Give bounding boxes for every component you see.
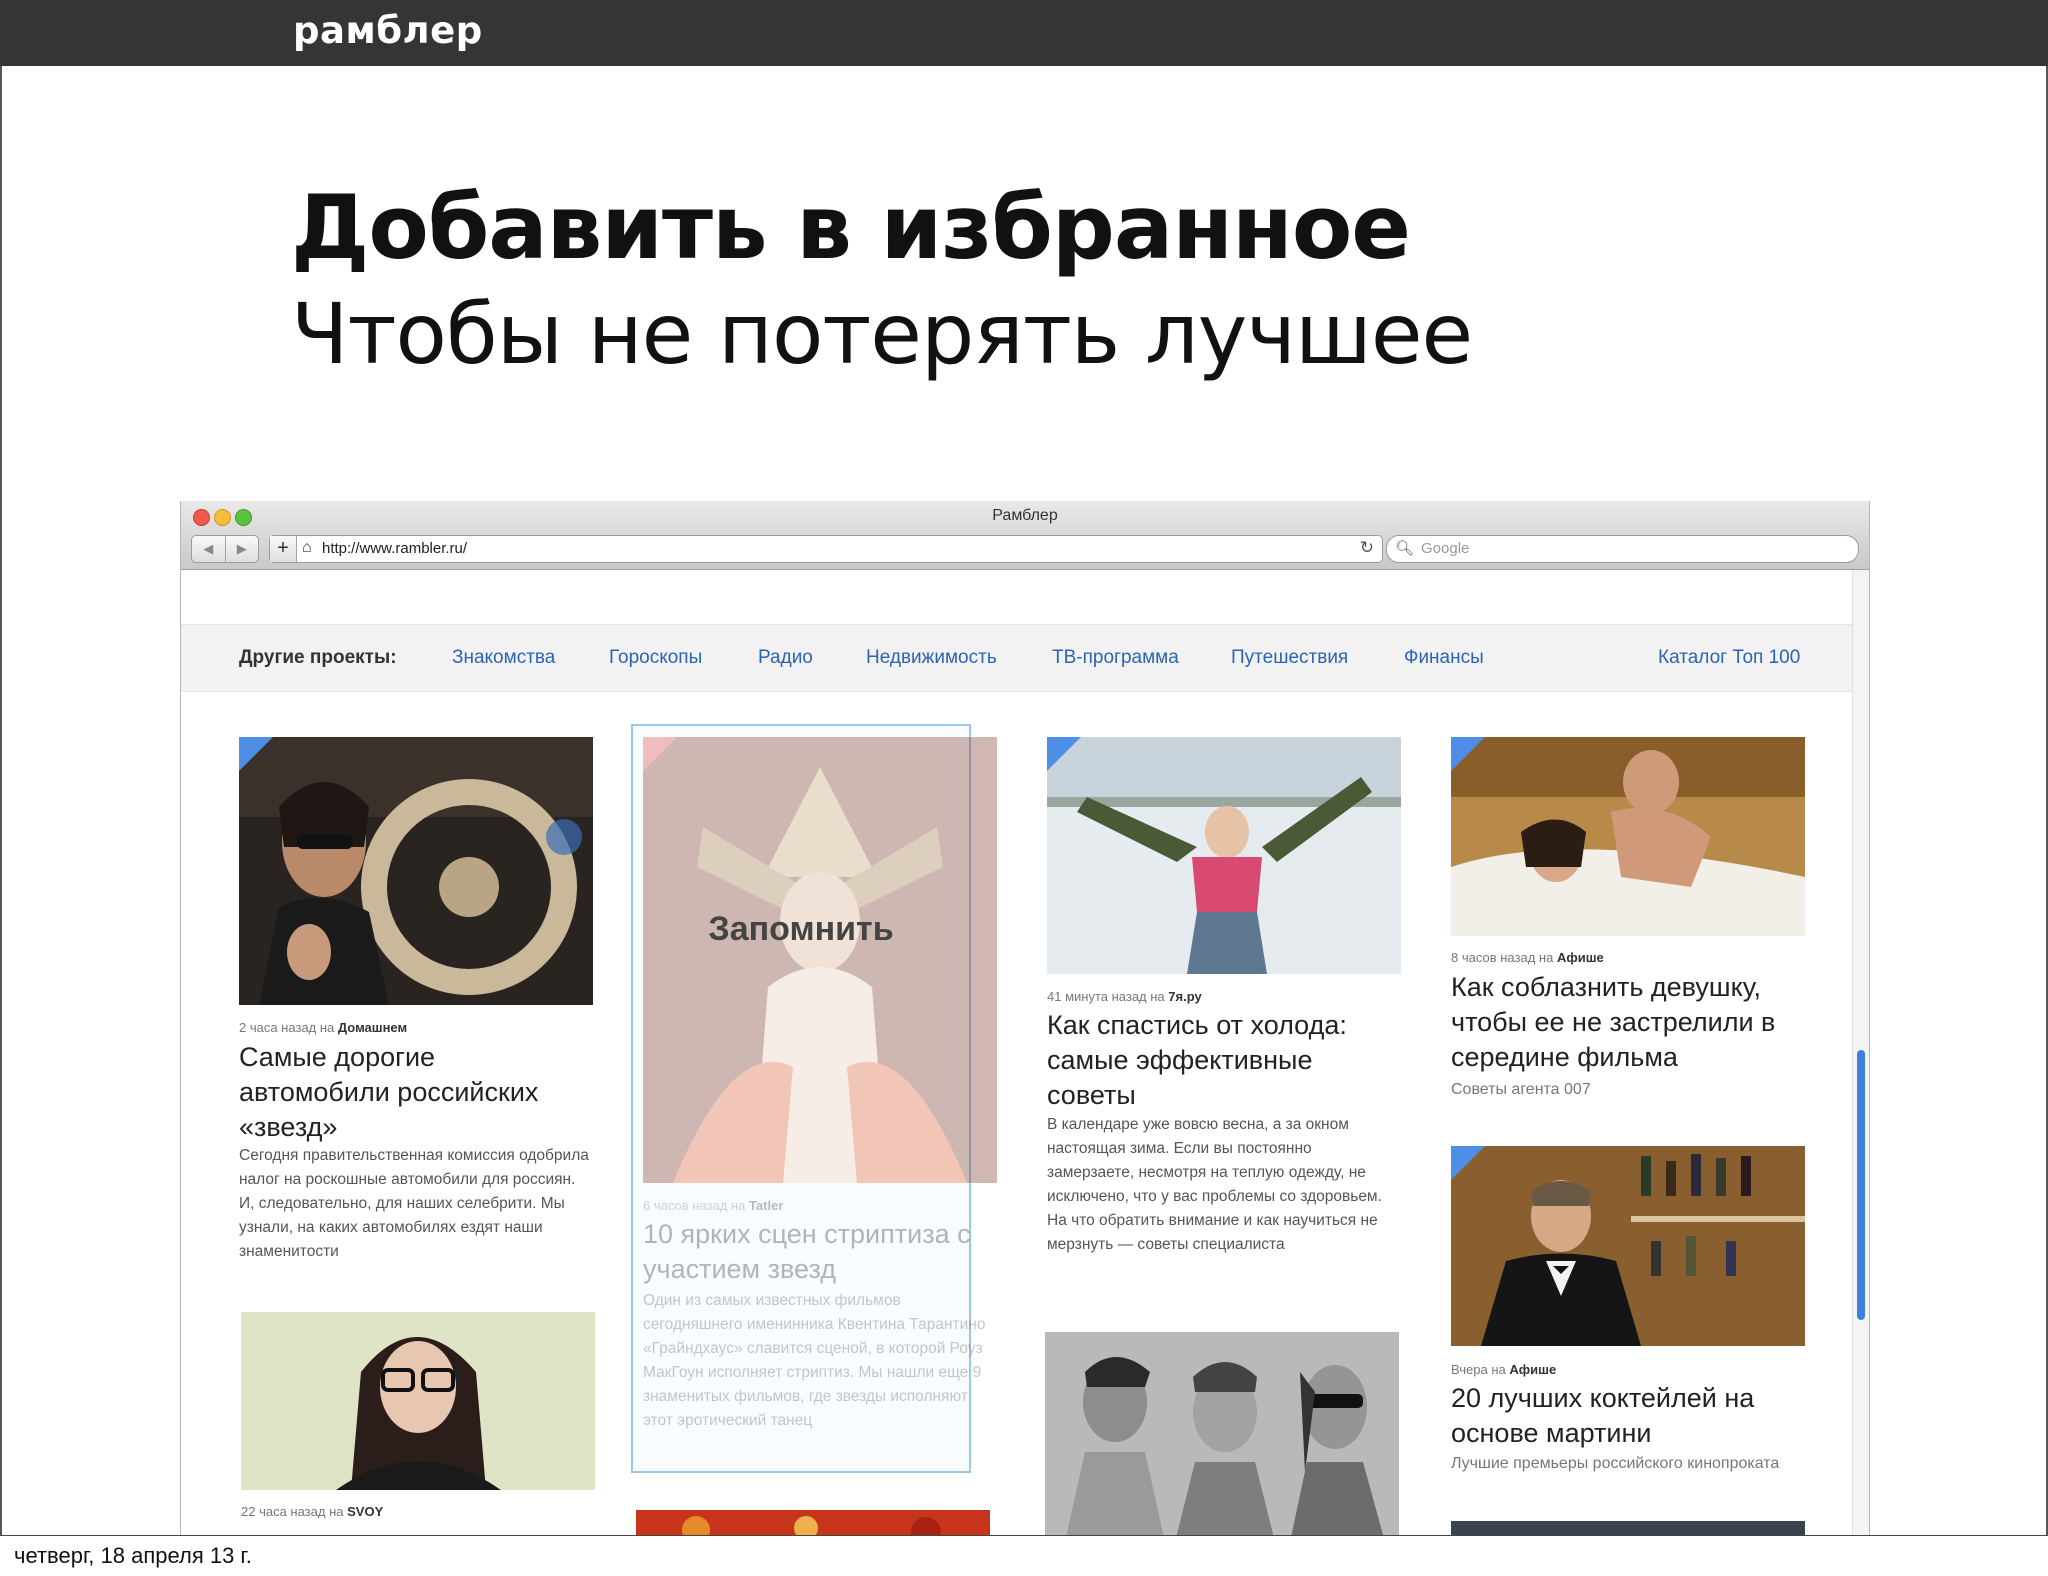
reload-icon[interactable]: ↻ <box>1360 538 1374 558</box>
news-photo <box>1451 1146 1805 1346</box>
forward-arrow-icon[interactable]: ▶ <box>226 536 259 562</box>
news-card[interactable]: 6 часов назад на Tatler 10 ярких сцен ст… <box>643 737 1003 1477</box>
other-projects-bar: Другие проекты: Знакомства Гороскопы Рад… <box>181 624 1853 692</box>
bookmark-corner-icon[interactable] <box>1451 737 1485 771</box>
card-title[interactable]: Как соблазнить девушку, чтобы ее не заст… <box>1451 970 1791 1075</box>
card-title[interactable]: 20 лучших коктейлей на основе мартини <box>1451 1381 1791 1451</box>
rambler-logo: рамблер <box>293 9 483 52</box>
card-meta: 22 часа назад на SVOY <box>241 1504 384 1519</box>
address-url[interactable]: http://www.rambler.ru/ <box>322 540 467 557</box>
card-title[interactable]: Самые дорогие автомобили российских «зве… <box>239 1040 579 1145</box>
card-text: В календаре уже вовсю весна, а за окном … <box>1047 1116 1382 1253</box>
slide-subtitle: Чтобы не потерять лучшее <box>291 285 1473 383</box>
other-projects-label: Другие проекты: <box>239 647 397 668</box>
project-link-radio[interactable]: Радио <box>758 647 813 669</box>
project-link-horoscopes[interactable]: Гороскопы <box>609 647 702 669</box>
card-meta: Вчера на Афише <box>1451 1362 1557 1377</box>
news-card[interactable]: 2 часа назад на Домашнем Самые дорогие а… <box>239 737 599 1277</box>
project-link-top100[interactable]: Каталог Топ 100 <box>1658 647 1800 669</box>
bookmark-corner-icon[interactable] <box>1047 737 1081 771</box>
slide-header-bar: рамблер <box>0 0 2048 66</box>
slide-footer-date: четверг, 18 апреля 13 г. <box>14 1543 252 1568</box>
project-link-realty[interactable]: Недвижимость <box>866 647 997 669</box>
remember-label[interactable]: Запомнить <box>631 910 971 949</box>
news-photo <box>1451 737 1805 936</box>
slide-frame-left <box>0 66 2 1536</box>
news-photo <box>1047 737 1401 974</box>
bookmark-corner-icon[interactable] <box>239 737 273 771</box>
card-meta: 6 часов назад на Tatler <box>643 1198 784 1213</box>
news-photo <box>239 737 593 1005</box>
news-card[interactable] <box>1451 1521 1805 1535</box>
slide-footer-divider <box>0 1535 2048 1536</box>
slide-title: Добавить в избранное <box>291 176 1411 279</box>
news-card[interactable]: 41 минута назад на 7я.ру Как спастись от… <box>1047 737 1407 1297</box>
news-photo <box>1451 1521 1805 1535</box>
add-bookmark-button[interactable]: + <box>270 536 297 562</box>
bookmark-corner-icon[interactable] <box>1451 1146 1485 1180</box>
window-title: Рамблер <box>992 507 1058 524</box>
card-subtitle: Советы агента 007 <box>1451 1081 1591 1098</box>
news-card[interactable]: 22 часа назад на SVOY <box>241 1312 601 1535</box>
bookmark-corner-icon[interactable] <box>643 737 677 771</box>
project-link-travel[interactable]: Путешествия <box>1231 647 1348 669</box>
search-field[interactable]: 🔍︎ Google <box>1386 535 1859 563</box>
web-page-content: Другие проекты: Знакомства Гороскопы Рад… <box>181 570 1853 1535</box>
scrollbar-thumb[interactable] <box>1857 1050 1865 1320</box>
home-icon: ⌂ <box>302 539 312 556</box>
news-photo <box>636 1510 990 1535</box>
back-arrow-icon[interactable]: ◀ <box>192 536 226 562</box>
card-title[interactable]: Как спастись от холода: самые эффективны… <box>1047 1008 1387 1113</box>
browser-toolbar: Рамблер ◀ ▶ + ⌂ http://www.rambler.ru/ ↻… <box>181 501 1869 570</box>
browser-window: Рамблер ◀ ▶ + ⌂ http://www.rambler.ru/ ↻… <box>180 501 1870 1535</box>
project-link-finance[interactable]: Финансы <box>1404 647 1484 669</box>
card-text: Сегодня правительственная комиссия одобр… <box>239 1147 589 1260</box>
news-card[interactable]: Вчера на Афише 20 лучших коктейлей на ос… <box>1451 1146 1811 1486</box>
news-photo <box>643 737 997 1183</box>
search-icon: 🔍︎ <box>1395 540 1415 557</box>
search-placeholder: Google <box>1421 540 1470 557</box>
news-card[interactable] <box>1045 1332 1399 1535</box>
card-meta: 2 часа назад на Домашнем <box>239 1020 408 1035</box>
card-text: Один из самых известных фильмов сегодняш… <box>643 1292 986 1429</box>
card-title[interactable]: 10 ярких сцен стриптиза с участием звезд <box>643 1217 983 1287</box>
page-scrollbar[interactable] <box>1852 570 1869 1535</box>
back-forward-buttons: ◀ ▶ <box>191 535 259 563</box>
news-card[interactable]: 8 часов назад на Афише Как соблазнить де… <box>1451 737 1811 1117</box>
card-meta: 8 часов назад на Афише <box>1451 950 1604 965</box>
project-link-tv[interactable]: ТВ-программа <box>1052 647 1179 669</box>
address-bar[interactable]: + ⌂ http://www.rambler.ru/ ↻ <box>269 535 1383 563</box>
card-subtitle: Лучшие премьеры российского кинопроката <box>1451 1455 1780 1472</box>
card-meta: 41 минута назад на 7я.ру <box>1047 989 1202 1004</box>
news-photo <box>1045 1332 1399 1535</box>
news-photo <box>241 1312 595 1490</box>
project-link-dating[interactable]: Знакомства <box>452 647 555 669</box>
news-card[interactable] <box>636 1510 990 1535</box>
